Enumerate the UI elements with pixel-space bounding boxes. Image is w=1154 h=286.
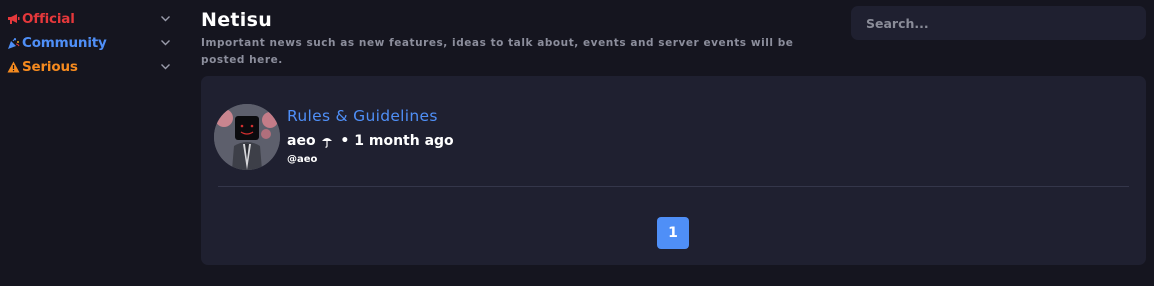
sidebar-item-community[interactable]: Community xyxy=(0,31,186,55)
umbrella-icon xyxy=(321,137,332,148)
sidebar-item-label: Official xyxy=(22,11,75,27)
thread-item[interactable]: Rules & Guidelines aeo • 1 month ago @ae… xyxy=(201,76,1146,186)
divider xyxy=(218,186,1129,187)
page-title: Netisu xyxy=(201,9,273,31)
party-popper-icon xyxy=(6,36,20,50)
page-header: Netisu Important news such as new featur… xyxy=(201,7,831,69)
sidebar: Official Community Serious xyxy=(0,0,186,79)
chevron-down-icon[interactable] xyxy=(160,13,171,24)
thread-time: 1 month ago xyxy=(354,133,454,149)
meta-separator: • xyxy=(335,133,355,149)
pagination-page-button[interactable]: 1 xyxy=(657,217,689,249)
avatar[interactable] xyxy=(214,104,280,170)
page-description: Important news such as new features, ide… xyxy=(201,37,794,66)
thread-list-panel: Rules & Guidelines aeo • 1 month ago @ae… xyxy=(201,76,1146,265)
thread-author[interactable]: aeo xyxy=(287,133,316,149)
sidebar-item-serious[interactable]: Serious xyxy=(0,55,186,79)
warning-icon xyxy=(6,60,20,74)
search-input[interactable] xyxy=(851,6,1146,40)
thread-meta: aeo • 1 month ago xyxy=(287,133,454,149)
sidebar-item-official[interactable]: Official xyxy=(0,7,186,31)
sidebar-item-label: Serious xyxy=(22,59,78,75)
chevron-down-icon[interactable] xyxy=(160,37,171,48)
thread-author-handle[interactable]: @aeo xyxy=(287,154,317,165)
sidebar-item-label: Community xyxy=(22,35,107,51)
chevron-down-icon[interactable] xyxy=(160,61,171,72)
thread-title-link[interactable]: Rules & Guidelines xyxy=(287,107,438,125)
megaphone-icon xyxy=(6,12,20,26)
